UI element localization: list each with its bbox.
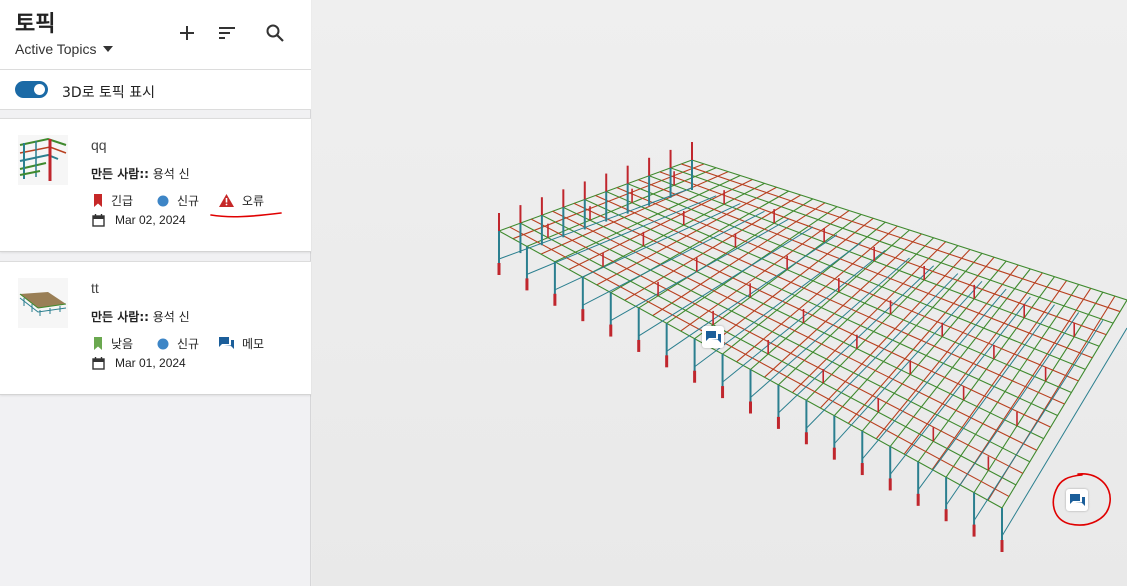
- calendar-icon: [92, 356, 105, 370]
- type-badge: 오류: [219, 192, 264, 209]
- filter-label: Active Topics: [15, 41, 97, 57]
- topic-card[interactable]: tt 만든 사람:: 용석 신 낮음 신규 메모 Mar 01, 2024: [0, 261, 311, 395]
- topic-filter-dropdown[interactable]: Active Topics: [15, 41, 114, 57]
- date-label: Mar 01, 2024: [115, 356, 186, 370]
- topic-date: Mar 01, 2024: [92, 356, 186, 370]
- date-label: Mar 02, 2024: [115, 213, 186, 227]
- plus-icon: [180, 26, 194, 40]
- warning-icon: [219, 194, 234, 207]
- creator-name: 용석 신: [152, 310, 190, 324]
- type-badge: 메모: [219, 335, 264, 352]
- search-button[interactable]: [262, 20, 288, 46]
- comment-icon: [219, 337, 234, 349]
- bookmark-icon: [94, 194, 102, 207]
- status-badge: 신규: [157, 192, 199, 209]
- 3d-viewport[interactable]: [312, 0, 1127, 586]
- red-circle-annotation: [1052, 473, 1111, 526]
- type-label: 오류: [242, 194, 265, 208]
- caret-down-icon: [103, 46, 114, 52]
- show-topics-in-3d-toggle[interactable]: [15, 81, 48, 98]
- calendar-icon: [92, 213, 105, 227]
- page-title: 토픽: [15, 12, 56, 37]
- topic-title: tt: [91, 280, 99, 296]
- add-topic-button[interactable]: [174, 20, 200, 46]
- priority-label: 긴급: [111, 194, 134, 208]
- status-badge: 신규: [157, 335, 199, 352]
- topic-thumbnail: [18, 278, 68, 328]
- comment-icon: [705, 330, 721, 343]
- topic-card[interactable]: qq 만든 사람:: 용석 신 긴급 신규 오류 Mar 02, 2024: [0, 118, 311, 252]
- priority-label: 낮음: [111, 337, 134, 351]
- status-dot-icon: [157, 338, 169, 349]
- topic-creator: 만든 사람:: 용석 신: [91, 165, 190, 182]
- structural-model[interactable]: [312, 0, 1127, 586]
- status-label: 신규: [177, 337, 200, 351]
- type-label: 메모: [242, 337, 265, 351]
- topic-date: Mar 02, 2024: [92, 213, 186, 227]
- topic-creator: 만든 사람:: 용석 신: [91, 308, 190, 325]
- sort-button[interactable]: [214, 20, 240, 46]
- topic-title: qq: [91, 137, 107, 153]
- show-3d-row: 3D로 토픽 표시: [0, 70, 311, 110]
- creator-label: 만든 사람::: [91, 310, 149, 324]
- red-underline-annotation: [210, 212, 282, 218]
- status-label: 신규: [177, 194, 200, 208]
- sidebar-header: 토픽 Active Topics: [0, 0, 311, 70]
- toggle-knob: [34, 84, 45, 95]
- sort-icon: [219, 27, 235, 39]
- creator-label: 만든 사람::: [91, 167, 149, 181]
- topic-thumbnail: [18, 135, 68, 185]
- status-dot-icon: [157, 195, 169, 206]
- priority-badge: 낮음: [93, 335, 133, 352]
- toggle-label: 3D로 토픽 표시: [62, 85, 155, 101]
- bookmark-icon: [94, 337, 102, 350]
- topic-pin-tt[interactable]: [702, 326, 724, 348]
- priority-badge: 긴급: [93, 192, 133, 209]
- search-icon: [266, 24, 284, 42]
- creator-name: 용석 신: [152, 167, 190, 181]
- topics-sidebar: 토픽 Active Topics 3D로 토픽 표시 qq 만든 사람:: 용석…: [0, 0, 311, 586]
